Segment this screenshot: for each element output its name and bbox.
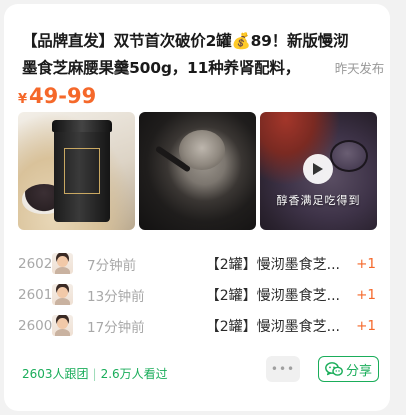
share-button[interactable]: 分享 — [318, 356, 379, 382]
follower-list: 2602 7分钟前 【2罐】慢沏墨食芝... +1 2601 13分钟前 【2罐… — [18, 248, 376, 341]
video-caption: 醇香满足吃得到 — [276, 194, 361, 207]
jar-lid-image — [52, 120, 112, 132]
order-number: 2602 — [18, 255, 53, 272]
post-title-line-2: 墨食芝麻腰果羹500g，11种养肾配料， — [22, 59, 301, 77]
stats-separator: | — [92, 366, 97, 381]
avatar — [52, 253, 73, 274]
group-stats: 2603人跟团 | 2.6万人看过 — [22, 365, 168, 382]
order-product: 【2罐】慢沏墨食芝... — [205, 256, 340, 273]
order-number: 2600 — [18, 317, 53, 334]
wechat-icon — [325, 361, 343, 376]
jar-label-image — [64, 148, 100, 194]
follower-row[interactable]: 2602 7分钟前 【2罐】慢沏墨食芝... +1 — [18, 248, 376, 279]
ladle-image — [330, 140, 368, 172]
play-icon[interactable] — [303, 154, 333, 184]
order-time: 17分钟前 — [87, 319, 145, 336]
order-quantity: +1 — [356, 317, 376, 334]
joined-count: 2603人跟团 — [22, 367, 89, 381]
order-product: 【2罐】慢沏墨食芝... — [205, 318, 340, 335]
follower-row[interactable]: 2600 17分钟前 【2罐】慢沏墨食芝... +1 — [18, 310, 376, 341]
group-buy-post-card[interactable]: 【品牌直发】双节首次破价2罐💰89！新版慢沏 墨食芝麻腰果羹500g，11种养肾… — [4, 4, 390, 411]
order-quantity: +1 — [356, 286, 376, 303]
more-button[interactable]: ••• — [266, 356, 300, 382]
order-time: 13分钟前 — [87, 288, 145, 305]
price-value: 49-99 — [29, 84, 97, 108]
share-label: 分享 — [345, 363, 372, 379]
post-time: 昨天发布 — [334, 61, 384, 76]
order-quantity: +1 — [356, 255, 376, 272]
avatar — [52, 284, 73, 305]
bowl-video-thumbnail[interactable]: 醇香满足吃得到 — [260, 112, 377, 230]
order-time: 7分钟前 — [87, 257, 137, 274]
follower-row[interactable]: 2601 13分钟前 【2罐】慢沏墨食芝... +1 — [18, 279, 376, 310]
currency-symbol: ¥ — [18, 92, 28, 107]
order-number: 2601 — [18, 286, 53, 303]
post-title-line-1: 【品牌直发】双节首次破价2罐💰89！新版慢沏 — [22, 32, 349, 50]
product-jar-photo[interactable] — [18, 112, 135, 230]
view-count: 2.6万人看过 — [100, 367, 168, 381]
order-product: 【2罐】慢沏墨食芝... — [205, 287, 340, 304]
more-icon: ••• — [270, 362, 296, 376]
price-range: ¥ 49-99 — [18, 84, 96, 108]
avatar — [52, 315, 73, 336]
spoon-paste-photo[interactable] — [139, 112, 256, 230]
photo-grid: 醇香满足吃得到 — [18, 112, 377, 230]
spoon-image — [179, 130, 225, 170]
post-title[interactable]: 【品牌直发】双节首次破价2罐💰89！新版慢沏 墨食芝麻腰果羹500g，11种养肾… — [22, 28, 384, 82]
